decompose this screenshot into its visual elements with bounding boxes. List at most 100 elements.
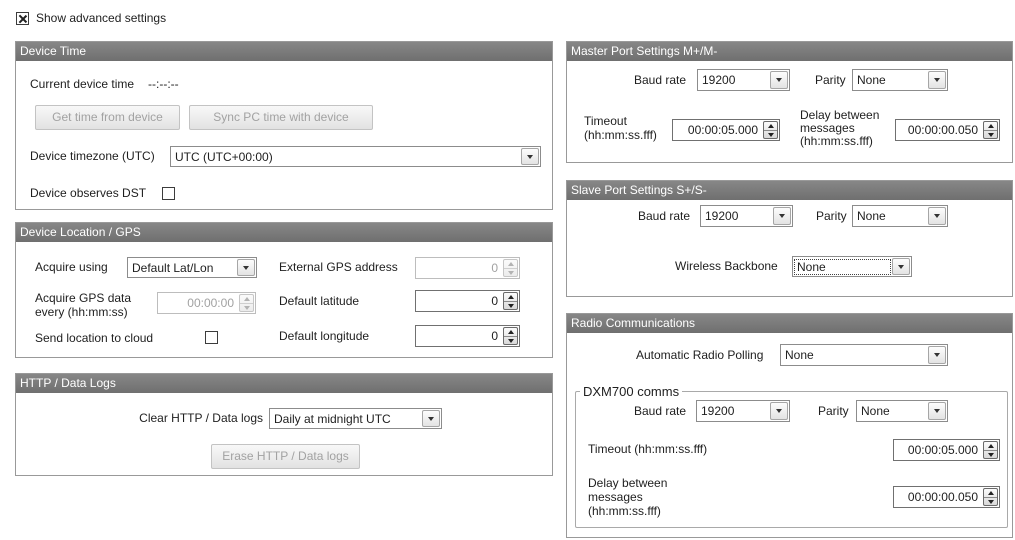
acquire-using-select[interactable]: Default Lat/Lon [127, 257, 257, 278]
caret-down-icon[interactable] [504, 301, 517, 309]
default-longitude-value: 0 [491, 329, 498, 343]
caret-up-icon[interactable] [504, 260, 517, 268]
caret-down-icon[interactable] [240, 303, 253, 311]
chevron-down-icon[interactable] [928, 346, 946, 364]
device-observes-dst-checkbox[interactable] [162, 187, 175, 200]
device-time-header: Device Time [16, 42, 552, 61]
chevron-down-icon[interactable] [237, 259, 255, 276]
caret-up-icon[interactable] [504, 293, 517, 301]
send-location-to-cloud-label[interactable]: Send location to cloud [35, 331, 153, 345]
master-port-panel: Master Port Settings M+/M- Baud rate 192… [566, 41, 1013, 163]
dxm700-baud-rate-select[interactable]: 19200 [696, 400, 790, 422]
spin-buttons [983, 488, 998, 506]
radio-communications-header: Radio Communications [567, 314, 1012, 333]
device-observes-dst-label[interactable]: Device observes DST [30, 186, 146, 200]
caret-down-icon[interactable] [764, 130, 777, 138]
device-timezone-value: UTC (UTC+00:00) [175, 149, 273, 164]
device-timezone-label: Device timezone (UTC) [30, 149, 155, 163]
slave-baud-rate-value: 19200 [705, 209, 739, 223]
acquire-gps-interval-spinner[interactable]: 00:00:00 [157, 292, 256, 314]
clear-http-logs-select[interactable]: Daily at midnight UTC [269, 408, 442, 429]
caret-up-icon[interactable] [764, 122, 777, 130]
master-baud-rate-select[interactable]: 19200 [697, 69, 790, 91]
device-timezone-select[interactable]: UTC (UTC+00:00) [170, 146, 541, 167]
master-timeout-spinner[interactable]: 00:00:05.000 [672, 119, 780, 141]
automatic-radio-polling-select[interactable]: None [780, 344, 948, 366]
external-gps-address-value: 0 [491, 261, 498, 275]
acquire-gps-interval-value: 00:00:00 [187, 296, 234, 310]
acquire-using-label: Acquire using [35, 260, 108, 274]
spin-buttons [503, 292, 518, 310]
spin-buttons [239, 294, 254, 312]
default-longitude-label: Default longitude [279, 329, 370, 343]
dxm700-comms-legend: DXM700 comms [580, 384, 683, 399]
get-time-from-device-button[interactable]: Get time from device [35, 105, 180, 130]
master-baud-rate-label: Baud rate [634, 73, 687, 87]
master-parity-value: None [857, 73, 886, 87]
radio-communications-panel: Radio Communications Automatic Radio Pol… [566, 313, 1013, 538]
slave-parity-value: None [857, 209, 886, 223]
chevron-down-icon[interactable] [770, 71, 788, 89]
master-delay-label: Delay between messages (hh:mm:ss.fff) [800, 108, 880, 148]
master-baud-rate-value: 19200 [702, 73, 736, 87]
chevron-down-icon[interactable] [521, 148, 539, 165]
external-gps-address-label: External GPS address [279, 260, 398, 274]
dxm700-timeout-spinner[interactable]: 00:00:05.000 [893, 439, 1000, 461]
chevron-down-icon[interactable] [928, 207, 946, 225]
caret-up-icon[interactable] [504, 328, 517, 336]
erase-http-logs-button[interactable]: Erase HTTP / Data logs [211, 444, 360, 469]
master-delay-spinner[interactable]: 00:00:00.050 [895, 119, 1000, 141]
sync-pc-time-button[interactable]: Sync PC time with device [189, 105, 373, 130]
slave-baud-rate-label: Baud rate [638, 209, 691, 223]
http-data-logs-panel: HTTP / Data Logs Clear HTTP / Data logs … [15, 373, 553, 476]
wireless-backbone-select[interactable]: None [792, 256, 912, 277]
caret-up-icon[interactable] [984, 489, 997, 497]
chevron-down-icon[interactable] [773, 207, 791, 225]
default-latitude-label: Default latitude [279, 294, 360, 308]
automatic-radio-polling-label: Automatic Radio Polling [636, 348, 764, 362]
slave-parity-select[interactable]: None [852, 205, 948, 227]
spin-buttons [503, 327, 518, 345]
spin-buttons [503, 259, 518, 277]
master-parity-select[interactable]: None [852, 69, 948, 91]
caret-up-icon[interactable] [240, 295, 253, 303]
send-location-to-cloud-checkbox[interactable] [205, 331, 218, 344]
clear-http-logs-label: Clear HTTP / Data logs [139, 411, 263, 425]
acquire-using-value: Default Lat/Lon [132, 260, 214, 275]
slave-port-header: Slave Port Settings S+/S- [567, 181, 1012, 200]
clear-http-logs-value: Daily at midnight UTC [274, 411, 391, 426]
external-gps-address-spinner[interactable]: 0 [415, 257, 520, 279]
dxm700-parity-select[interactable]: None [856, 400, 948, 422]
spin-buttons [983, 121, 998, 139]
caret-down-icon[interactable] [504, 336, 517, 344]
master-port-header: Master Port Settings M+/M- [567, 42, 1012, 61]
caret-up-icon[interactable] [984, 442, 997, 450]
default-longitude-spinner[interactable]: 0 [415, 325, 520, 347]
device-location-panel: Device Location / GPS Acquire using Defa… [15, 222, 553, 358]
chevron-down-icon[interactable] [892, 258, 910, 275]
caret-up-icon[interactable] [984, 122, 997, 130]
chevron-down-icon[interactable] [422, 410, 440, 427]
acquire-gps-interval-label: Acquire GPS data every (hh:mm:ss) [35, 291, 132, 319]
chevron-down-icon[interactable] [928, 71, 946, 89]
slave-port-panel: Slave Port Settings S+/S- Baud rate 1920… [566, 180, 1013, 297]
default-latitude-spinner[interactable]: 0 [415, 290, 520, 312]
master-timeout-value: 00:00:05.000 [687, 123, 758, 137]
caret-down-icon[interactable] [504, 268, 517, 276]
device-time-panel: Device Time Current device time --:--:--… [15, 41, 553, 210]
device-location-header: Device Location / GPS [16, 223, 552, 242]
wireless-backbone-value: None [794, 258, 891, 275]
dxm700-delay-spinner[interactable]: 00:00:00.050 [893, 486, 1000, 508]
slave-baud-rate-select[interactable]: 19200 [700, 205, 793, 227]
dxm700-timeout-value: 00:00:05.000 [907, 443, 978, 457]
show-advanced-settings-label[interactable]: Show advanced settings [36, 11, 166, 25]
show-advanced-settings-checkbox[interactable] [16, 12, 29, 25]
default-latitude-value: 0 [491, 294, 498, 308]
chevron-down-icon[interactable] [928, 402, 946, 420]
chevron-down-icon[interactable] [770, 402, 788, 420]
dxm700-parity-value: None [861, 404, 890, 418]
caret-down-icon[interactable] [984, 497, 997, 505]
caret-down-icon[interactable] [984, 130, 997, 138]
spin-buttons [763, 121, 778, 139]
caret-down-icon[interactable] [984, 450, 997, 458]
